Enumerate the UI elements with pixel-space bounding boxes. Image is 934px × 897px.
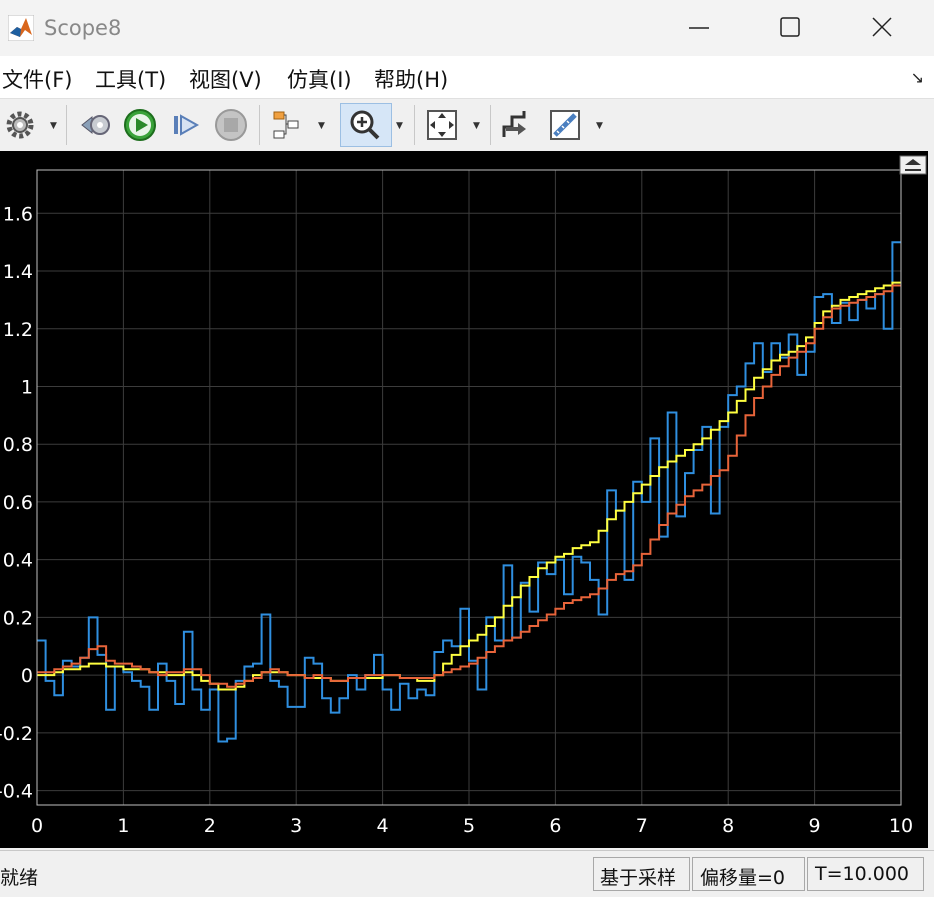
stop-icon[interactable] xyxy=(213,107,249,143)
y-tick-label: 0.6 xyxy=(3,492,33,514)
x-tick-label: 8 xyxy=(722,815,734,837)
y-tick-label: 0 xyxy=(21,665,33,687)
menu-tools[interactable]: 工具(T) xyxy=(95,64,166,94)
undock-arrow-icon[interactable]: ↘ xyxy=(911,68,924,87)
x-tick-label: 2 xyxy=(204,815,216,837)
close-button[interactable] xyxy=(859,10,905,46)
x-tick-label: 5 xyxy=(463,815,475,837)
y-tick-label: 1.2 xyxy=(3,319,33,341)
menu-file[interactable]: 文件(F) xyxy=(2,64,72,94)
status-offset: 偏移量=0 xyxy=(700,867,786,889)
menu-view[interactable]: 视图(V) xyxy=(189,64,262,94)
x-tick-label: 3 xyxy=(290,815,302,837)
status-mode: 基于采样 xyxy=(600,867,677,889)
window-title: Scope8 xyxy=(44,16,122,40)
toolbar-separator xyxy=(490,105,491,145)
y-tick-label: 0.8 xyxy=(3,434,33,456)
toolbar: ▼ ▼ ▼ ▼ ▼ xyxy=(0,98,934,152)
settings-icon[interactable] xyxy=(2,107,38,143)
x-tick-label: 9 xyxy=(809,815,821,837)
menu-help[interactable]: 帮助(H) xyxy=(374,64,448,94)
scope-display: 0 1 2 3 4 5 6 7 8 9 10 -0.4 -0.2 0 0.2 0.4 0.6 0.8 1 1.2 1.4… xyxy=(0,151,934,848)
y-tick-label: 1.4 xyxy=(3,261,33,283)
zoom-in-icon[interactable] xyxy=(347,107,383,143)
step-forward-icon[interactable] xyxy=(168,107,204,143)
window-edge xyxy=(928,150,934,850)
run-icon[interactable] xyxy=(122,107,158,143)
y-tick-label: 1 xyxy=(21,376,33,398)
toolbar-separator xyxy=(259,105,260,145)
signal-selector-icon[interactable] xyxy=(270,107,306,143)
status-state: 就绪 xyxy=(0,867,39,889)
status-bar: 就绪 基于采样 偏移量=0 T=10.000 xyxy=(0,850,934,897)
x-tick-label: 1 xyxy=(117,815,129,837)
measurements-dropdown-arrow[interactable]: ▼ xyxy=(596,121,603,131)
settings-dropdown-arrow[interactable]: ▼ xyxy=(50,121,57,131)
x-tick-label: 0 xyxy=(31,815,43,837)
y-tick-label: 1.6 xyxy=(3,203,33,225)
menu-bar: 文件(F) 工具(T) 视图(V) 仿真(I) 帮助(H) ↘ xyxy=(0,56,934,98)
step-back-icon[interactable] xyxy=(78,107,114,143)
matlab-logo-icon xyxy=(8,15,34,41)
autoscale-icon[interactable] xyxy=(424,107,460,143)
scope-plot[interactable]: 0 1 2 3 4 5 6 7 8 9 10 -0.4 -0.2 0 0.2 0.4 0.6 0.8 1 1.2 1.4… xyxy=(0,151,934,848)
signal-dropdown-arrow[interactable]: ▼ xyxy=(318,121,325,131)
status-time: T=10.000 xyxy=(815,863,910,885)
title-bar: Scope8 xyxy=(0,0,934,56)
triggers-icon[interactable] xyxy=(498,107,534,143)
legend-toggle-icon[interactable] xyxy=(899,155,927,175)
measurements-icon[interactable] xyxy=(547,107,583,143)
zoom-dropdown-arrow[interactable]: ▼ xyxy=(396,121,403,131)
maximize-button[interactable] xyxy=(767,10,813,46)
menu-simulation[interactable]: 仿真(I) xyxy=(287,64,352,94)
y-tick-label: 0.4 xyxy=(3,550,33,572)
x-tick-label: 6 xyxy=(549,815,561,837)
y-tick-label: -0.4 xyxy=(0,781,33,803)
minimize-button[interactable] xyxy=(676,10,722,46)
y-tick-label: -0.2 xyxy=(0,723,33,745)
toolbar-separator xyxy=(414,105,415,145)
x-tick-label: 4 xyxy=(377,815,389,837)
x-tick-label: 10 xyxy=(889,815,913,837)
y-tick-label: 0.2 xyxy=(3,607,33,629)
autoscale-dropdown-arrow[interactable]: ▼ xyxy=(473,121,480,131)
toolbar-separator xyxy=(66,105,67,145)
x-tick-label: 7 xyxy=(636,815,648,837)
